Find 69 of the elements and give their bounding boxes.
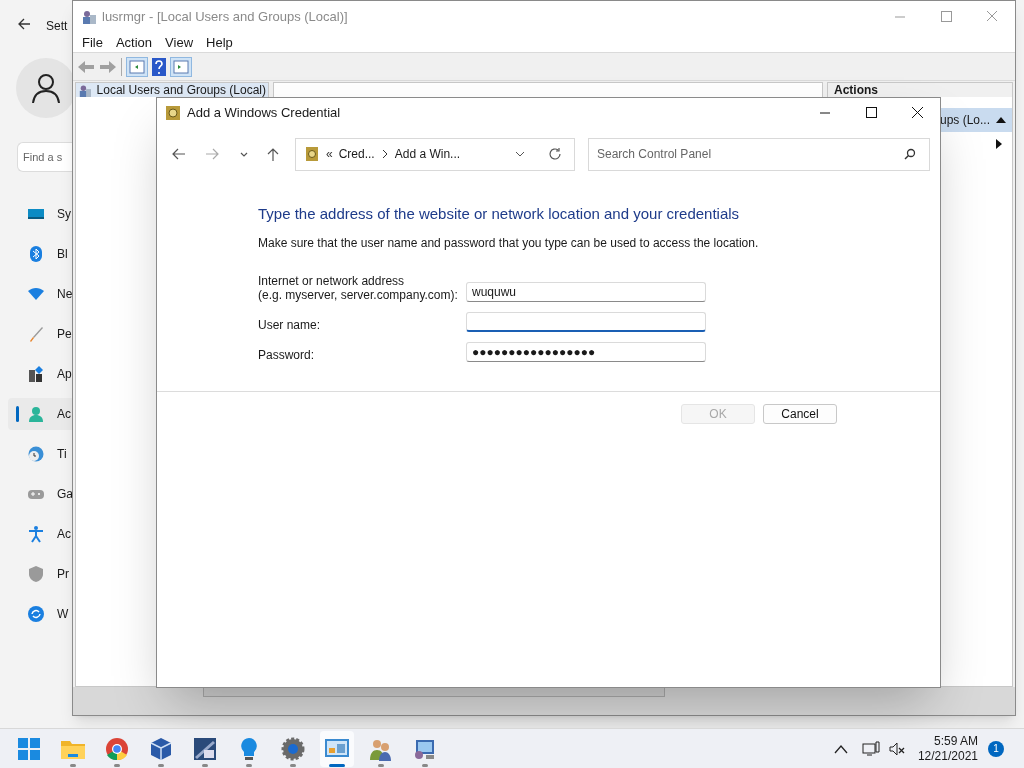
expand-arrow-icon [996,139,1002,149]
users-icon [78,83,91,97]
scroll-bar[interactable] [203,687,665,697]
cube-icon [148,735,174,762]
apps-icon [27,365,45,383]
nav-item[interactable]: Sy [8,198,72,230]
nav-item[interactable]: Ap [8,358,72,390]
window-title: Sett [46,18,68,35]
search-field[interactable]: Search Control Panel [588,137,930,171]
menu-item[interactable]: Help [201,32,238,53]
back-icon[interactable] [16,16,32,32]
nav-item[interactable]: Pe [8,318,72,350]
search-icon [904,148,916,160]
privacy-icon [27,565,45,583]
chevron-up-icon[interactable] [833,743,848,754]
nav-item[interactable]: Ga [8,478,72,510]
start-icon [16,735,42,762]
vault-icon [166,106,180,120]
pane-header: Actions [827,83,1012,97]
nav-item[interactable]: Ne [8,278,72,310]
bluetooth-icon [27,245,45,263]
brush-icon [27,325,45,343]
window-title: lusrmgr - [Local Users and Groups (Local)] [102,8,348,27]
help-icon[interactable] [152,57,166,76]
taskbar-button[interactable] [320,730,354,767]
action-section-header[interactable]: ups (Lo... [939,108,1012,132]
nav-item[interactable]: Ac [8,518,72,550]
accessibility-icon [27,525,45,543]
tree-item[interactable]: Local Users and Groups (Local) [76,83,268,97]
field-label: Internet or network address (e.g. myserver, server.company.com): [258,273,459,302]
cancel-button[interactable]: Cancel [763,404,837,424]
chrome-icon [104,735,130,762]
heading: Type the address of the website or network location and your credentials [258,204,741,224]
address-bar[interactable]: « Cred... Add a Win... [295,137,575,171]
person-icon [30,72,62,104]
muted-speaker-icon[interactable] [887,740,906,757]
vault-icon [306,147,318,161]
clock-time[interactable]: 5:59 AM [933,733,978,749]
field-label: User name: [258,317,322,332]
update-icon [27,605,45,623]
field-label: Password: [258,347,316,362]
nav-item[interactable]: Pr [8,558,72,590]
tile-icon [192,735,218,762]
refresh-icon [548,147,562,161]
breadcrumb-item[interactable]: Add a Win... [394,145,461,163]
nav-item[interactable]: Ac [8,398,72,430]
back-icon[interactable] [170,146,186,162]
chevron-right-icon [380,149,389,159]
nav-item[interactable]: Bl [8,238,72,270]
nav-item[interactable]: Ti [8,438,72,470]
notification-badge[interactable]: 1 [988,740,1004,757]
window-title: Add a Windows Credential [187,104,341,123]
description: Make sure that the user name and password that you type can be used to access the location. [258,234,760,252]
menu-item[interactable]: File [77,32,108,53]
search-field[interactable]: Find a s [17,142,72,172]
nav-item[interactable]: W [8,598,72,630]
input-field[interactable]: wuquwu [466,281,706,302]
breadcrumb-item[interactable]: Cred... [338,145,375,163]
breadcrumb-overflow[interactable]: « [326,145,333,163]
time-icon [27,445,45,463]
users-icon [81,9,97,25]
menu-item[interactable]: Action [110,32,158,53]
clock-date[interactable]: 12/21/2021 [917,748,978,764]
input-field[interactable] [466,311,706,332]
menu-item[interactable]: View [160,32,199,53]
input-field[interactable]: ●●●●●●●●●●●●●●●●● [466,341,706,362]
accounts-icon [27,405,45,423]
up-icon[interactable] [265,146,281,162]
settings-icon [280,735,306,762]
